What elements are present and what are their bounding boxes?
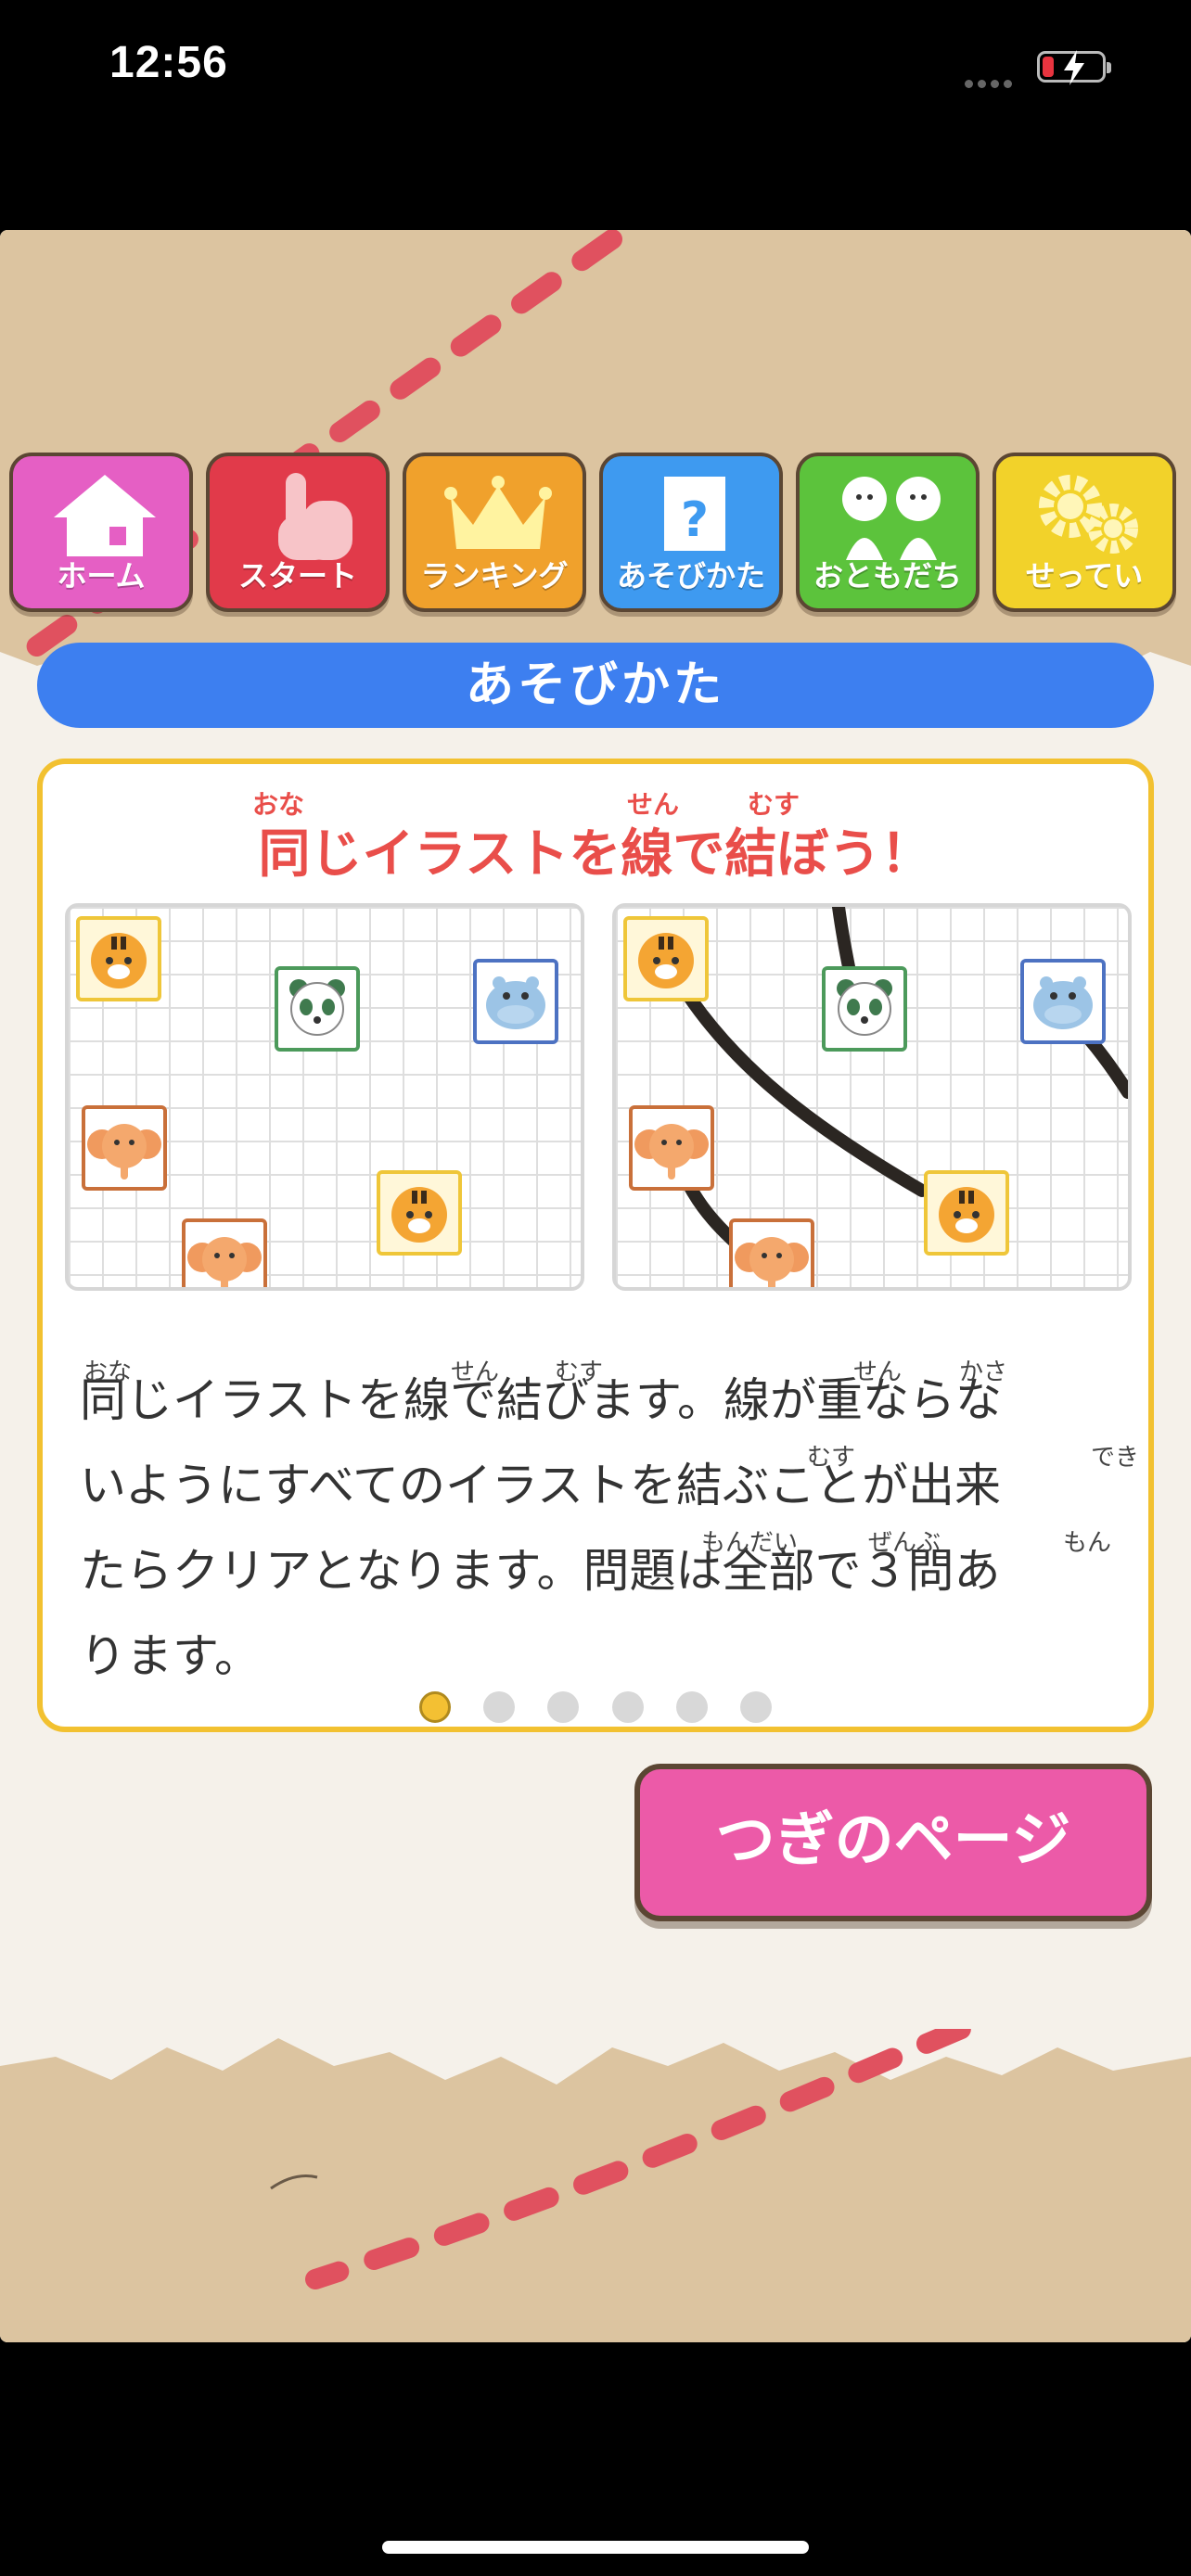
tiger-icon [377,1170,462,1256]
headline-text: 同じイラストを線で結ぼう！ [258,824,933,885]
status-time: 12:56 [109,38,228,87]
nav-ranking-button[interactable]: ランキング [403,453,586,612]
app-screen: ホーム スタート ランキング ? あそびかた おともだち せってい あそびかた [0,230,1191,2342]
crown-icon [444,476,552,549]
nav-home-label: ホーム [57,558,146,593]
tiger-icon [924,1170,1009,1256]
nav-settings-button[interactable]: せってい [992,453,1176,612]
hippo-icon [473,959,558,1044]
page-dot-5[interactable] [675,1691,708,1723]
hippo-icon [1020,959,1106,1044]
ruby: むす [807,1444,856,1472]
svg-text:?: ? [681,492,709,548]
battery-icon [1037,50,1111,85]
page-dot-4[interactable] [611,1691,644,1723]
elephant-icon [629,1105,714,1191]
status-bar: 12:56 [0,0,1191,139]
nav-start-label: スタート [237,558,357,593]
friends-icon [842,477,941,560]
house-icon [54,475,156,556]
signal-icon [965,74,1017,92]
ruby: でき [1091,1444,1140,1472]
instruction-headline: おな せん むす 同じイラストを線で結ぼう！ [43,789,1148,887]
page-indicator [43,1691,1148,1727]
panda-icon [822,966,907,1052]
description-line-4: ります。 [80,1613,1128,1699]
ruby: せん [853,1358,903,1386]
nav-howtoplay-label: あそびかた [616,558,765,593]
ruby: もんだい [701,1529,799,1557]
elephant-icon [729,1218,814,1287]
top-nav-bar: ホーム スタート ランキング ? あそびかた おともだち せってい [9,453,1182,616]
example-after-image [612,903,1132,1291]
nav-friends-button[interactable]: おともだち [796,453,980,612]
scribble-mark [270,2174,318,2190]
tiger-icon [76,916,161,1001]
nav-friends-label: おともだち [813,558,962,593]
nav-ranking-label: ランキング [420,558,569,593]
next-page-button[interactable]: つぎのページ [634,1764,1152,1921]
question-icon: ? [664,477,725,551]
nav-home-button[interactable]: ホーム [9,453,193,612]
page-dot-1[interactable] [419,1691,452,1723]
nav-start-button[interactable]: スタート [206,453,390,612]
ruby: おな [83,1358,133,1386]
ruby: ぜんぶ [868,1529,941,1557]
page-dot-6[interactable] [739,1691,772,1723]
panda-icon [275,966,360,1052]
ruby: かさ [959,1358,1008,1386]
gears-icon [1039,475,1138,554]
headline-ruby-1: おな [252,789,305,820]
elephant-icon [82,1105,167,1191]
elephant-icon [182,1218,267,1287]
pointer-hand-icon [278,473,352,560]
tiger-icon [623,916,709,1001]
example-before-image [65,903,584,1291]
description-line-2: むす でき いようにすべてのイラストを結ぶことが出来 [80,1443,1139,1528]
description-line-3: もんだい ぜんぶ もん たらクリアとなります。問題は全部で３問あ [80,1528,1128,1613]
page-dot-3[interactable] [547,1691,580,1723]
ruby: むす [555,1358,604,1386]
headline-ruby-2: せん [627,789,680,820]
instruction-description: おな せん むす せん かさ 同じイラストを線で結びます。線が重ならな むす で… [80,1358,1139,1699]
instruction-card: おな せん むす 同じイラストを線で結ぼう！ おな せん むす せん かさ 同じ… [37,759,1154,1732]
home-indicator[interactable] [382,2541,809,2554]
ruby: せん [451,1358,500,1386]
nav-howtoplay-button[interactable]: ? あそびかた [599,453,783,612]
page-title: あそびかた [37,643,1154,728]
headline-ruby-3: むす [748,789,800,820]
description-text: ります。 [80,1629,261,1683]
description-text: たらクリアとなります。問題は全部で３問あ [80,1544,1001,1598]
page-dot-2[interactable] [483,1691,516,1723]
description-line-1: おな せん むす せん かさ 同じイラストを線で結びます。線が重ならな [80,1358,1128,1443]
description-text: いようにすべてのイラストを結ぶことが出来 [80,1459,1001,1512]
kraft-paper-bottom-decoration [0,2029,1191,2342]
nav-settings-label: せってい [1025,558,1144,593]
ruby: もん [1063,1529,1112,1557]
